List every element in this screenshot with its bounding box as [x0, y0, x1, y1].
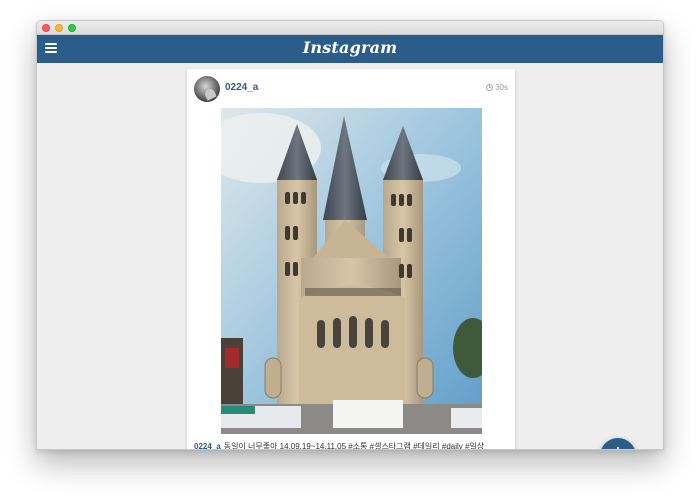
feed[interactable]: 0224_a 30s 0224_a 동일이 너무좋아 14.09.19~14.1…: [37, 63, 663, 450]
post-timestamp: 30s: [486, 83, 508, 92]
clock-icon: [486, 84, 494, 91]
app-window: Instagram 0224_a 30s 0224_a 동일이 너무좋아 14.…: [36, 20, 664, 450]
post-photo[interactable]: [221, 108, 482, 434]
window-titlebar: [37, 21, 663, 35]
post-username[interactable]: 0224_a: [225, 82, 258, 93]
post-time-label: 30s: [495, 83, 508, 92]
post-card: 0224_a 30s 0224_a 동일이 너무좋아 14.09.19~14.1…: [187, 69, 515, 450]
window-maximize-button[interactable]: [68, 24, 76, 32]
caption-username[interactable]: 0224_a: [194, 442, 221, 449]
caption-text: 동일이 너무좋아 14.09.19~14.11.05 #소통 #셀스타그램 #데…: [223, 442, 485, 450]
plus-icon: +: [609, 442, 627, 449]
window-minimize-button[interactable]: [55, 24, 63, 32]
window-close-button[interactable]: [42, 24, 50, 32]
cathedral-photo: [221, 108, 482, 434]
avatar[interactable]: [194, 76, 220, 102]
app-logo: Instagram: [302, 38, 398, 57]
post-caption: 0224_a 동일이 너무좋아 14.09.19~14.11.05 #소통 #셀스…: [194, 441, 510, 450]
app-bar: Instagram: [37, 35, 663, 63]
add-post-button[interactable]: +: [600, 438, 636, 449]
